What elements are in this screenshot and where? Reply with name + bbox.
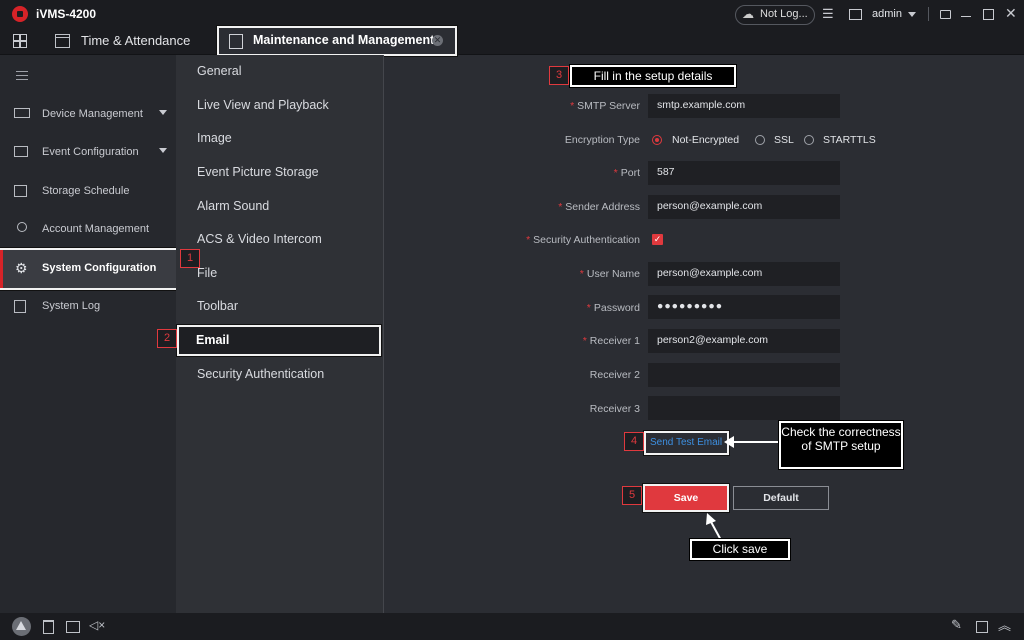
username-input[interactable]: person@example.com [648, 262, 840, 286]
image-icon[interactable] [849, 9, 862, 20]
log-icon [14, 300, 26, 313]
radio-starttls[interactable] [804, 135, 814, 145]
grid-menu-icon[interactable] [13, 34, 27, 48]
sidebar-item-account-management[interactable]: Account Management [0, 211, 176, 249]
receiver1-input[interactable]: person2@example.com [648, 329, 840, 353]
device-icon [14, 108, 30, 118]
port-label: * Port [613, 167, 640, 179]
radio-label-ssl: SSL [774, 134, 794, 146]
divider [928, 7, 929, 21]
chevron-up-icon[interactable]: ︽ [998, 615, 1011, 634]
password-input[interactable]: ●●●●●●●●● [648, 295, 840, 319]
step-marker-5: 5 [622, 486, 642, 505]
tab-maintenance-management[interactable]: Maintenance and Management ✕ [217, 26, 457, 56]
sender-address-label: * Sender Address [558, 201, 640, 213]
encryption-type-label: Encryption Type [564, 134, 640, 146]
trash-icon[interactable] [43, 620, 54, 634]
sidebar-item-system-configuration[interactable]: ⚙ System Configuration [0, 248, 178, 290]
minimize-icon[interactable] [961, 16, 971, 17]
storage-icon [14, 185, 27, 197]
submenu-item-general[interactable]: General [197, 64, 241, 78]
submenu-item-image[interactable]: Image [197, 131, 232, 145]
tab-close-icon[interactable]: ✕ [432, 35, 443, 46]
step-marker-2: 2 [157, 329, 177, 348]
user-name[interactable]: admin [872, 8, 902, 20]
receiver3-label: Receiver 3 [589, 403, 640, 415]
submenu-item-file[interactable]: File [197, 266, 217, 280]
lock-icon[interactable] [940, 10, 951, 19]
user-icon [17, 222, 27, 232]
calendar-icon [55, 34, 70, 48]
cloud-login-status[interactable]: ☁ Not Log... [735, 5, 815, 25]
receiver3-input[interactable] [648, 396, 840, 420]
hamburger-icon[interactable] [16, 71, 28, 83]
window-icon[interactable] [976, 621, 988, 633]
callout-setup-details: Fill in the setup details [570, 65, 736, 87]
radio-label-not-encrypted: Not-Encrypted [672, 134, 740, 146]
port-input[interactable]: 587 [648, 161, 840, 185]
submenu-item-alarm-sound[interactable]: Alarm Sound [197, 199, 269, 213]
user-dropdown-icon[interactable] [908, 12, 916, 17]
smtp-server-label: * SMTP Server [570, 100, 640, 112]
sidebar-item-storage-schedule[interactable]: Storage Schedule [0, 173, 176, 211]
security-auth-label: * Security Authentication [526, 234, 640, 246]
picture-icon[interactable] [66, 621, 80, 633]
submenu-item-live-view[interactable]: Live View and Playback [197, 98, 329, 112]
submenu-item-event-picture-storage[interactable]: Event Picture Storage [197, 165, 319, 179]
app-logo [12, 6, 28, 22]
step-marker-4: 4 [624, 432, 644, 451]
callout-check-smtp: Check the correctness of SMTP setup [779, 421, 903, 469]
close-icon[interactable]: ✕ [1005, 5, 1017, 22]
title-bar: iVMS-4200 ☁ Not Log... ☰ admin ✕ [0, 0, 1024, 28]
password-label: * Password [586, 302, 640, 314]
submenu-item-toolbar[interactable]: Toolbar [197, 299, 238, 313]
radio-ssl[interactable] [755, 135, 765, 145]
submenu-item-label: Email [196, 333, 230, 347]
sidebar-item-event-configuration[interactable]: Event Configuration [0, 134, 176, 172]
tab-time-attendance[interactable]: Time & Attendance [81, 33, 190, 48]
tab-label: Maintenance and Management [253, 33, 435, 47]
step-marker-3: 3 [549, 66, 569, 85]
receiver1-label: * Receiver 1 [582, 335, 640, 347]
radio-not-encrypted[interactable] [652, 135, 662, 145]
mute-icon[interactable]: ◁× [89, 618, 105, 632]
alert-icon[interactable] [12, 617, 31, 636]
submenu-item-security-authentication[interactable]: Security Authentication [197, 367, 324, 381]
submenu-item-email[interactable]: Email [177, 325, 381, 356]
sidebar-item-system-log[interactable]: System Log [0, 288, 176, 326]
list-icon[interactable]: ☰ [822, 6, 834, 22]
username-label: * User Name [579, 268, 640, 280]
radio-label-starttls: STARTTLS [823, 134, 876, 146]
security-auth-checkbox[interactable]: ✓ [652, 234, 663, 245]
event-icon [14, 146, 28, 157]
send-test-email-link[interactable]: Send Test Email [644, 431, 729, 455]
app-title: iVMS-4200 [36, 7, 97, 21]
cloud-icon: ☁ [742, 7, 754, 21]
sender-address-input[interactable]: person@example.com [648, 195, 840, 219]
chevron-down-icon [159, 110, 167, 115]
default-button[interactable]: Default [733, 486, 829, 510]
receiver2-label: Receiver 2 [589, 369, 640, 381]
save-button[interactable]: Save [643, 484, 729, 512]
step-marker-1: 1 [180, 249, 200, 268]
maximize-icon[interactable] [983, 9, 994, 20]
gear-icon: ⚙ [15, 260, 28, 276]
status-bar [0, 613, 1024, 640]
pin-icon[interactable]: ✎ [951, 617, 962, 633]
receiver2-input[interactable] [648, 363, 840, 387]
submenu-item-acs-video-intercom[interactable]: ACS & Video Intercom [197, 232, 322, 246]
maintenance-icon [229, 34, 243, 49]
chevron-down-icon [159, 148, 167, 153]
sidebar-item-device-management[interactable]: Device Management [0, 96, 176, 134]
callout-click-save: Click save [690, 539, 790, 560]
smtp-server-input[interactable]: smtp.example.com [648, 94, 840, 118]
